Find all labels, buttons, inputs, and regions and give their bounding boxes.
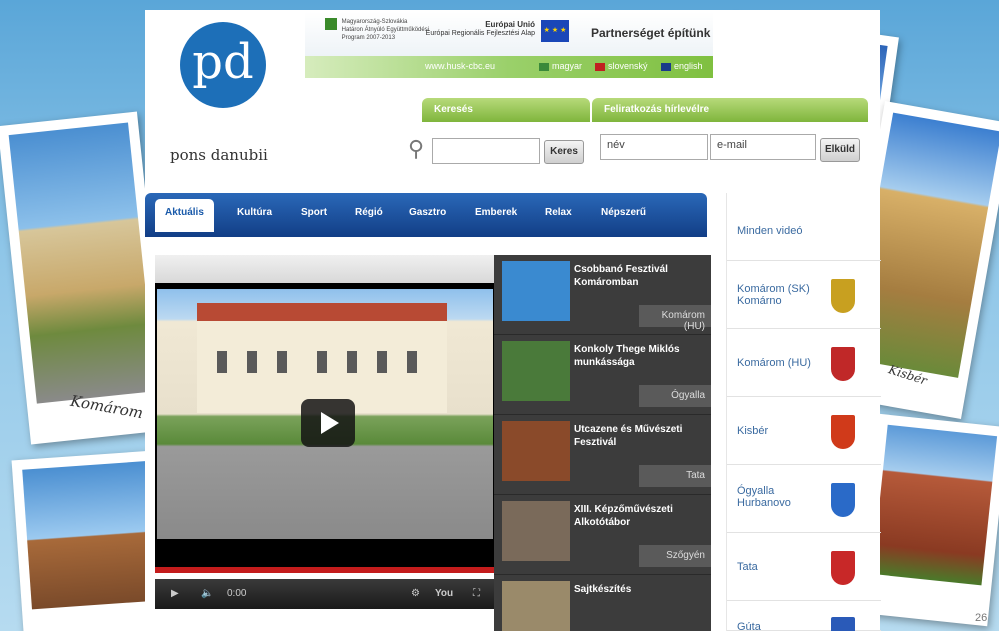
tab-gasztro[interactable]: Gasztro <box>409 207 446 218</box>
video-player[interactable] <box>155 283 495 573</box>
lang-magyar[interactable]: magyar <box>539 61 582 71</box>
lang-english[interactable]: english <box>661 61 703 71</box>
program-logo-icon <box>325 18 337 30</box>
search-tab: Keresés <box>422 98 590 122</box>
sidebar-item-komarom[interactable]: Komárom (HU) <box>727 329 881 397</box>
video-building <box>197 303 447 413</box>
location-sidebar: Minden videó Komárom (SK) Komárno Komárom… <box>726 193 881 631</box>
sidebar-item-all[interactable]: Minden videó <box>727 193 881 261</box>
time-display: 0:00 <box>227 588 247 599</box>
category-nav: Aktuális Kultúra Sport Régió Gasztro Emb… <box>145 193 707 237</box>
partner-slogan: Partnerséget építünk <box>591 26 711 40</box>
sidebar-item-komarno[interactable]: Komárom (SK) Komárno <box>727 261 881 329</box>
hungary-flag-icon <box>539 62 549 71</box>
uk-flag-icon <box>661 62 671 71</box>
video-list-item[interactable]: XIII. Képzőművészeti Alkotótábor Szőgyén <box>494 495 711 575</box>
komarno-crest-icon <box>831 279 855 313</box>
lang-slovensky[interactable]: slovenský <box>595 61 648 71</box>
email-field[interactable]: e-mail <box>710 134 816 160</box>
video-list-item[interactable]: Utcazene és Művészeti Fesztivál Tata <box>494 415 711 495</box>
tab-nepszeru[interactable]: Népszerű <box>601 207 646 218</box>
page-number: 26 <box>975 612 988 624</box>
language-bar: www.husk-cbc.eu magyar slovenský english <box>305 56 713 78</box>
video-list: Csobbanó Fesztivál Komáromban Komárom (H… <box>494 255 711 631</box>
video-thumbnail <box>502 341 570 401</box>
video-progress-bar[interactable] <box>155 567 495 573</box>
play-icon[interactable]: ▶ <box>171 588 179 599</box>
komarom-crest-icon <box>831 347 855 381</box>
player-header <box>155 255 495 283</box>
search-button[interactable]: Keres <box>544 140 584 164</box>
play-button[interactable] <box>301 399 355 447</box>
tata-crest-icon <box>831 551 855 585</box>
sidebar-item-guta[interactable]: Gúta <box>727 601 881 631</box>
send-button[interactable]: Elküld <box>820 138 860 162</box>
sidebar-item-kisber[interactable]: Kisbér <box>727 397 881 465</box>
fullscreen-icon[interactable]: ⛶ <box>473 588 480 599</box>
video-list-item[interactable]: Konkoly Thege Miklós munkássága Ógyalla <box>494 335 711 415</box>
program-url[interactable]: www.husk-cbc.eu <box>425 61 495 71</box>
video-list-item[interactable]: Sajtkészítés <box>494 575 711 631</box>
video-thumbnail <box>502 581 570 631</box>
settings-icon[interactable]: ⚙ <box>411 588 420 599</box>
video-thumbnail <box>502 421 570 481</box>
slovakia-flag-icon <box>595 62 605 71</box>
program-logo: Magyarország-Szlovákia Határon Átnyúló E… <box>325 18 429 42</box>
tab-sport[interactable]: Sport <box>301 207 327 218</box>
guta-crest-icon <box>831 617 855 631</box>
tab-regio[interactable]: Régió <box>355 207 383 218</box>
video-list-item[interactable]: Csobbanó Fesztivál Komáromban Komárom (H… <box>494 255 711 335</box>
site-logo[interactable]: pd <box>180 22 266 108</box>
sidebar-item-tata[interactable]: Tata <box>727 533 881 601</box>
name-field[interactable]: név <box>600 134 708 160</box>
ogyalla-crest-icon <box>831 483 855 517</box>
volume-icon[interactable]: 🔈 <box>201 588 213 599</box>
sidebar-item-ogyalla[interactable]: Ógyalla Hurbanovo <box>727 465 881 533</box>
kisber-crest-icon <box>831 415 855 449</box>
player-controls: ▶ 🔈 0:00 ⚙ You ⛶ <box>155 579 495 609</box>
eu-header: Magyarország-Szlovákia Határon Átnyúló E… <box>305 12 713 56</box>
eu-flag-icon: ★ ★ ★ <box>541 20 569 42</box>
tab-aktualis[interactable]: Aktuális <box>155 199 214 232</box>
video-frame <box>157 289 493 539</box>
tab-kultura[interactable]: Kultúra <box>237 207 272 218</box>
newsletter-tab: Feliratkozás hírlevélre <box>592 98 868 122</box>
site-name: pons danubii <box>170 146 268 164</box>
video-thumbnail <box>502 261 570 321</box>
tab-emberek[interactable]: Emberek <box>475 207 517 218</box>
youtube-icon[interactable]: You <box>435 588 453 599</box>
eu-label: Európai Unió Európai Regionális Fejleszt… <box>425 20 535 37</box>
tab-relax[interactable]: Relax <box>545 207 572 218</box>
search-icon: ⚲ <box>408 136 425 161</box>
search-input[interactable] <box>432 138 540 164</box>
video-thumbnail <box>502 501 570 561</box>
